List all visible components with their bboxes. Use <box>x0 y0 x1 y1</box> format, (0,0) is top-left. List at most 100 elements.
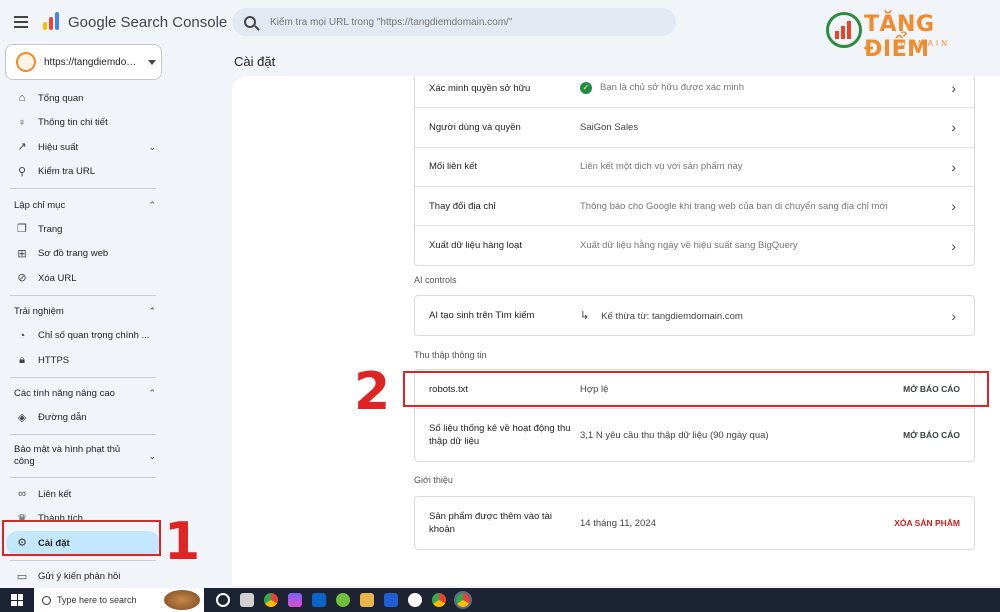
word-icon[interactable] <box>384 593 398 607</box>
roblox-icon[interactable] <box>240 593 254 607</box>
caret-down-icon <box>148 59 156 65</box>
chevron-down-icon: ⌄ <box>148 141 156 152</box>
breadcrumb-icon: ◈ <box>17 411 27 424</box>
highlight-box-settings <box>2 520 161 556</box>
gauge-icon: ◔ <box>18 329 26 342</box>
annotation-number-2: 2 <box>354 362 391 422</box>
settings-content: Xác minh quyền sở hữu ✓ Bạn là chủ sở hữu… <box>232 76 1000 586</box>
search-highlight-image <box>164 590 200 610</box>
section-indexing[interactable]: Lập chỉ mục ⌃ <box>0 193 170 217</box>
sidebar-item-url-inspection[interactable]: ⚲ Kiểm tra URL <box>0 160 170 185</box>
settings-row-change-address[interactable]: Thay đổi địa chỉ Thông báo cho Google kh… <box>415 187 974 227</box>
feedback-icon: ▭ <box>16 570 28 583</box>
settings-row-associations[interactable]: Mối liên kết Liên kết một dịch vụ với sả… <box>415 148 974 187</box>
section-crawling: Thu thập thông tin <box>414 350 487 360</box>
section-enhancements[interactable]: Các tính năng nâng cao ⌃ <box>0 382 170 406</box>
hamburger-menu-icon[interactable] <box>10 11 32 33</box>
chevron-right-icon: › <box>951 80 956 97</box>
chevron-right-icon: › <box>951 158 956 175</box>
lock-icon: 🔒︎ <box>19 354 25 367</box>
url-inspect-input[interactable] <box>270 16 650 28</box>
divider <box>10 376 156 378</box>
home-icon: ⌂ <box>18 92 26 105</box>
chrome-icon[interactable] <box>432 593 446 607</box>
sidebar-item-https[interactable]: 🔒︎ HTTPS <box>0 348 170 373</box>
sidebar-item-removals[interactable]: ⊘ Xóa URL <box>0 266 170 291</box>
eye-off-icon: ⊘ <box>17 272 27 285</box>
folder-icon[interactable] <box>360 593 374 607</box>
windows-start-icon[interactable] <box>8 591 26 609</box>
general-settings-card: Xác minh quyền sở hữu ✓ Bạn là chủ sở hữu… <box>414 76 975 267</box>
sidebar-item-performance[interactable]: ↗ Hiệu suất ⌄ <box>0 135 170 160</box>
pages-icon: ❐ <box>17 223 27 236</box>
zalo-icon[interactable] <box>408 593 422 607</box>
about-card: Sản phẩm được thêm vào tài khoản 14 thán… <box>414 496 975 550</box>
ai-controls-card: AI tạo sinh trên Tìm kiếm ↳ Kế thừa từ: t… <box>414 295 975 337</box>
property-selector[interactable]: https://tangdiemdom... <box>5 44 162 80</box>
chevron-right-icon: › <box>951 198 956 215</box>
section-about: Giới thiệu <box>414 475 453 485</box>
property-url: https://tangdiemdom... <box>44 56 140 68</box>
sidebar-item-breadcrumbs[interactable]: ◈ Đường dẫn <box>0 406 170 431</box>
search-icon <box>42 595 51 605</box>
open-report-button[interactable]: MỞ BÁO CÁO <box>903 430 960 440</box>
app-icon[interactable] <box>336 593 350 607</box>
sidebar: ⌂ Tổng quan ♀ Thông tin chi tiết ↗ Hiệu suấ… <box>0 86 170 589</box>
chrome-icon[interactable] <box>264 593 278 607</box>
settings-row-users[interactable]: Người dùng và quyền SaiGon Sales › <box>415 108 974 148</box>
chevron-up-icon: ⌃ <box>148 388 156 398</box>
section-experience[interactable]: Trải nghiệm ⌃ <box>0 300 170 324</box>
brand-title: TĂNG ĐIỂM <box>864 12 935 62</box>
sidebar-item-core-web-vitals[interactable]: ◔ Chỉ số quan trọng chính ... <box>0 324 170 349</box>
section-security[interactable]: Bảo mật và hình phạt thủ công ⌄ <box>0 439 170 473</box>
sidebar-item-links[interactable]: ∞ Liên kết <box>0 482 170 507</box>
search-icon <box>244 16 256 28</box>
outlook-icon[interactable] <box>312 593 326 607</box>
settings-row-bulk-export[interactable]: Xuất dữ liệu hàng loạt Xuất dữ liệu hằng… <box>415 226 974 265</box>
brand-subtitle: DOMAIN <box>900 39 950 48</box>
sidebar-item-insights[interactable]: ♀ Thông tin chi tiết <box>0 111 170 136</box>
settings-row-product-added: Sản phẩm được thêm vào tài khoản 14 thán… <box>429 511 960 535</box>
page-title: Cài đặt <box>234 54 276 69</box>
check-circle-icon: ✓ <box>580 82 592 95</box>
chevron-right-icon: › <box>951 237 956 254</box>
sidebar-item-pages[interactable]: ❐ Trang <box>0 217 170 242</box>
sidebar-item-overview[interactable]: ⌂ Tổng quan <box>0 86 170 111</box>
sidebar-item-feedback[interactable]: ▭ Gửi ý kiến phản hồi <box>0 565 170 590</box>
annotation-number-1: 1 <box>164 512 201 572</box>
divider <box>10 188 156 189</box>
top-bar: Google Search Console TĂNG ĐIỂM DOMAIN <box>0 0 1000 62</box>
section-ai-controls: AI controls <box>414 275 457 285</box>
lightbulb-icon: ♀ <box>17 116 27 129</box>
remove-property-button[interactable]: XÓA SẢN PHẨM <box>894 518 960 528</box>
trending-icon: ↗ <box>17 141 27 154</box>
chevron-up-icon: ⌃ <box>148 199 156 210</box>
settings-row-ai-generative[interactable]: AI tạo sinh trên Tìm kiếm ↳ Kế thừa từ: t… <box>415 296 974 335</box>
url-inspect-search[interactable] <box>232 8 676 36</box>
divider <box>10 294 156 296</box>
inherit-arrow-icon: ↳ <box>580 310 590 323</box>
chrome-active-icon[interactable] <box>454 591 472 609</box>
divider <box>10 559 156 561</box>
logo-text: Google Search Console <box>68 13 228 31</box>
link-icon: ∞ <box>18 488 26 501</box>
property-avatar <box>16 52 36 72</box>
chevron-right-icon: › <box>951 119 956 136</box>
sitemap-icon: ⊞ <box>17 247 27 260</box>
search-icon: ⚲ <box>17 165 27 178</box>
taskbar-search[interactable]: Type here to search <box>34 588 204 612</box>
brand-watermark: TĂNG ĐIỂM DOMAIN <box>822 6 992 62</box>
settings-row-ownership[interactable]: Xác minh quyền sở hữu ✓ Bạn là chủ sở hữu… <box>415 76 974 109</box>
settings-row-crawl-stats[interactable]: Số liệu thống kê về hoạt động thu thập d… <box>415 409 974 461</box>
task-view-icon[interactable] <box>216 593 230 607</box>
chevron-down-icon: ⌄ <box>148 451 156 461</box>
copilot-icon[interactable] <box>288 593 302 607</box>
brand-emblem-icon <box>826 12 862 48</box>
highlight-box-robots <box>403 371 989 407</box>
chevron-up-icon: ⌃ <box>148 306 156 316</box>
taskbar-apps <box>216 591 472 609</box>
search-console-logo[interactable]: Google Search Console <box>42 12 227 32</box>
chevron-right-icon: › <box>951 307 956 324</box>
sidebar-item-sitemaps[interactable]: ⊞ Sơ đồ trang web <box>0 242 170 267</box>
search-console-logo-icon <box>42 12 62 32</box>
